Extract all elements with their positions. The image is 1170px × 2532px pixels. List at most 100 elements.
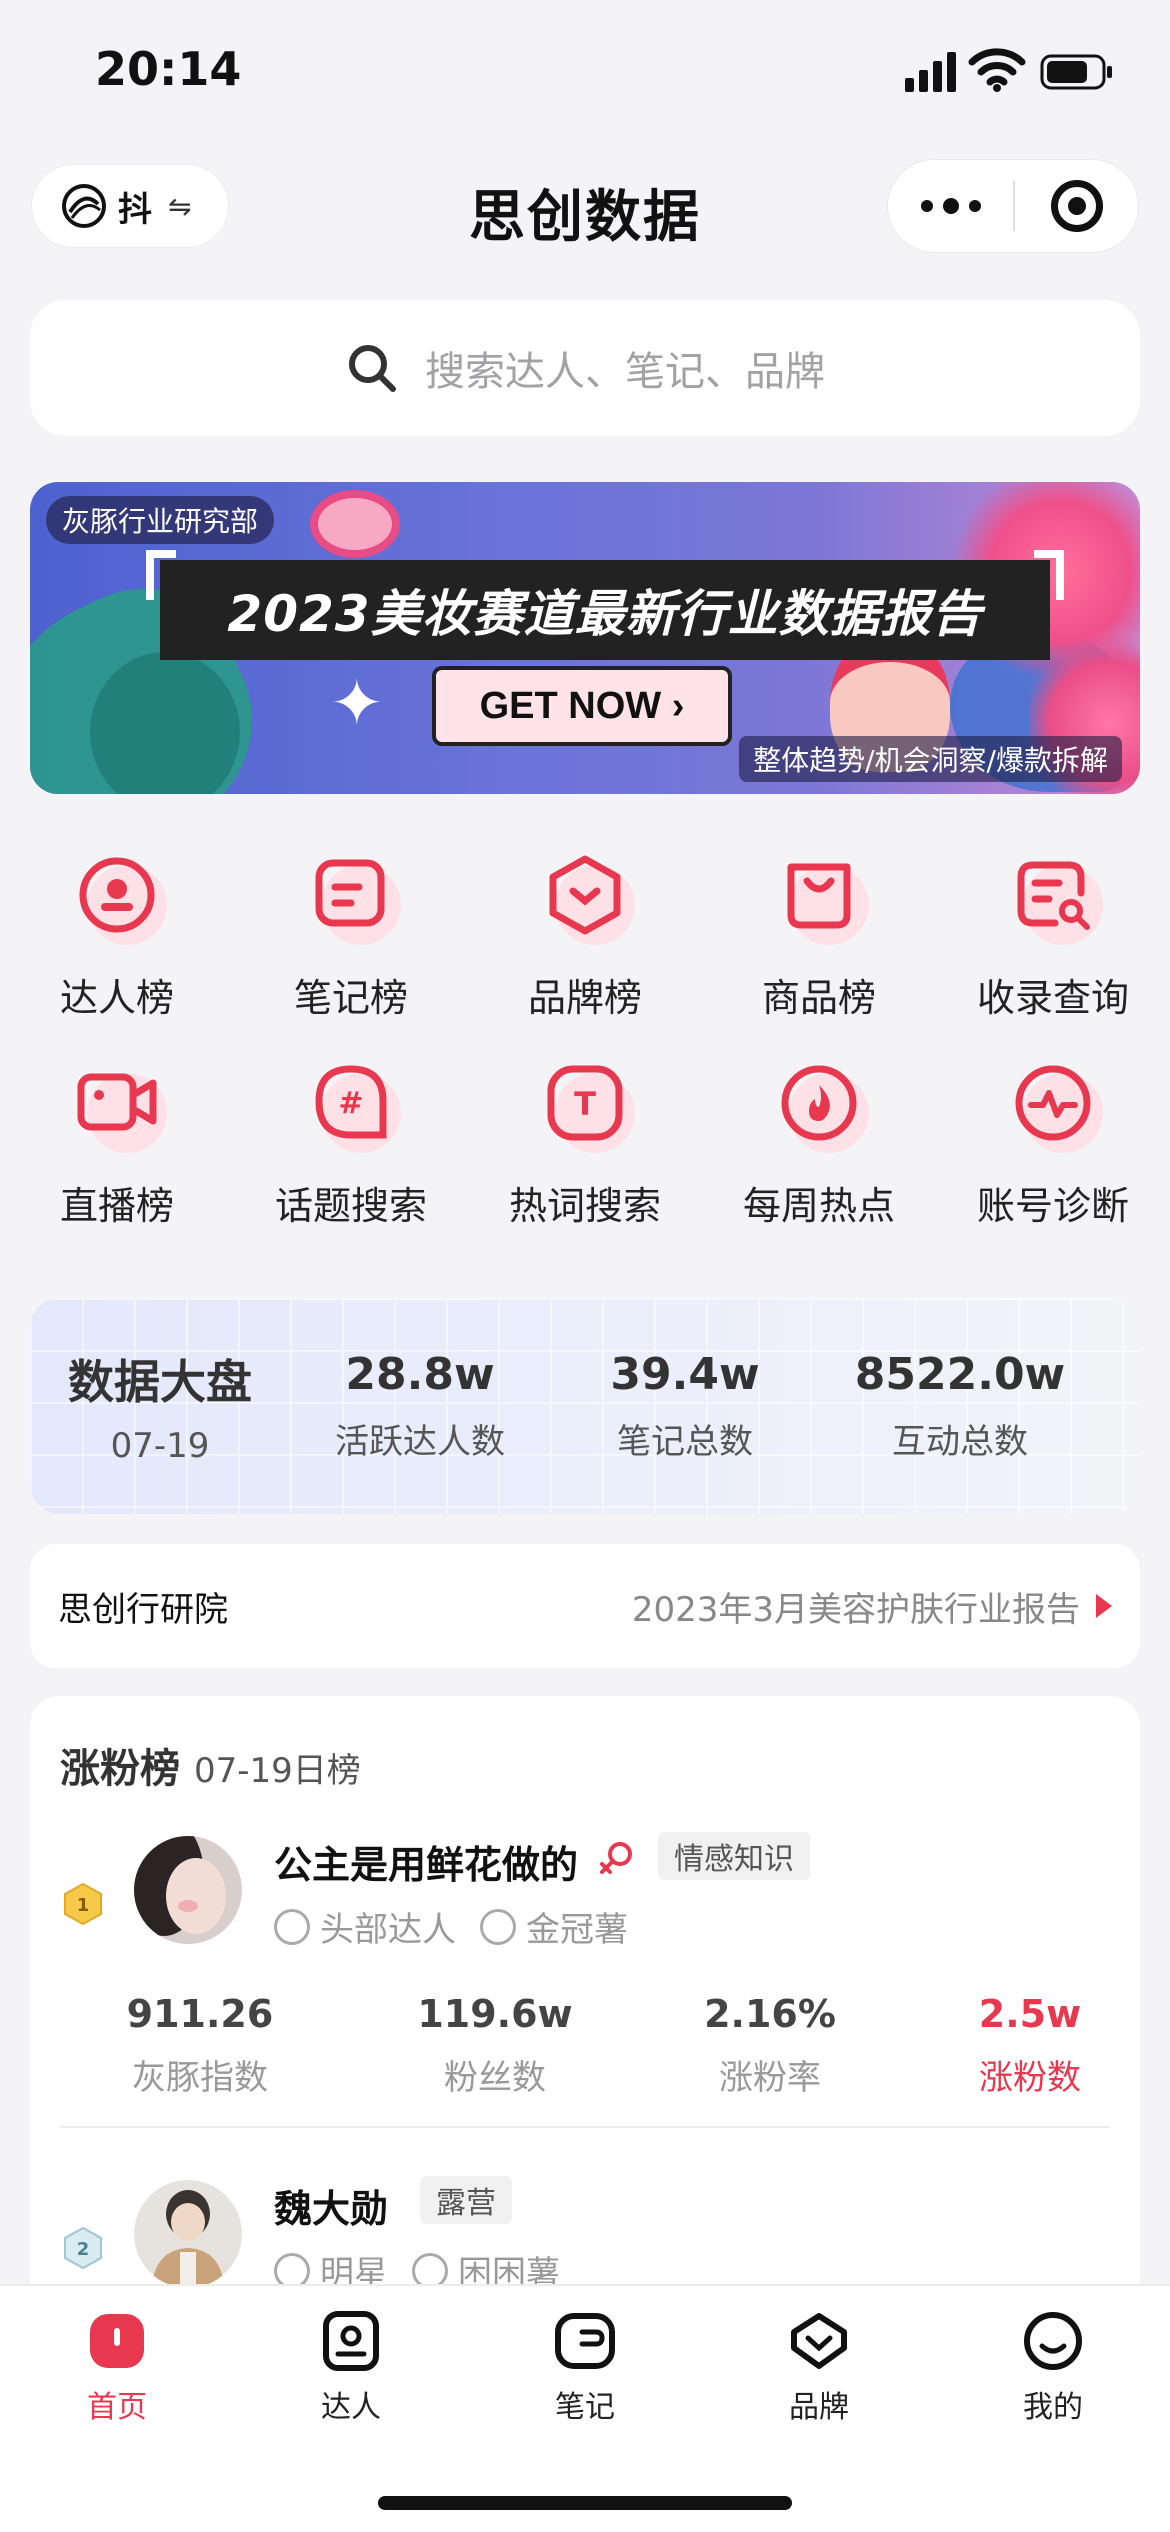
metric-label: 灰豚指数 bbox=[132, 2058, 268, 2098]
stats-title: 数据大盘 bbox=[68, 1355, 252, 1409]
tab-home[interactable]: 首页 bbox=[0, 2286, 234, 2436]
feature-hotword-search[interactable]: T 热词搜索 bbox=[468, 1053, 702, 1261]
metric-value: 119.6w bbox=[417, 1992, 573, 2036]
banner-cta-button[interactable]: GET NOW › bbox=[432, 666, 732, 746]
feature-weekly-hot[interactable]: 每周热点 bbox=[702, 1053, 936, 1261]
index-query-icon bbox=[1017, 861, 1090, 930]
silver-medal-icon: 2 bbox=[64, 2226, 102, 2270]
feature-influencer-rank[interactable]: 达人榜 bbox=[0, 845, 234, 1053]
feature-index-query[interactable]: 收录查询 bbox=[936, 845, 1170, 1053]
metric-label: 涨粉率 bbox=[719, 2058, 821, 2098]
influencer-name: 魏大勋 bbox=[274, 2187, 389, 2231]
feature-label: 直播榜 bbox=[59, 1184, 174, 1228]
battery-icon bbox=[1040, 54, 1112, 90]
tab-label: 达人 bbox=[321, 2390, 381, 2425]
note-rank-icon bbox=[315, 859, 385, 927]
weekly-hot-icon bbox=[781, 1065, 857, 1141]
svg-text:2: 2 bbox=[77, 2239, 90, 2260]
metric-growth-rate: 2.16% 涨粉率 bbox=[620, 1992, 920, 2099]
feature-label: 笔记榜 bbox=[293, 976, 408, 1020]
tab-profile[interactable]: 我的 bbox=[936, 2286, 1170, 2436]
home-indicator[interactable] bbox=[378, 2496, 792, 2510]
tab-label: 品牌 bbox=[789, 2390, 849, 2425]
feature-live-rank[interactable]: 直播榜 bbox=[0, 1053, 234, 1261]
sparkle-icon: ✦ bbox=[330, 667, 384, 741]
feature-note-rank[interactable]: 笔记榜 bbox=[234, 845, 468, 1053]
avatar[interactable] bbox=[134, 1836, 242, 1944]
research-label: 思创行研院 bbox=[58, 1589, 228, 1630]
feature-brand-rank[interactable]: 品牌榜 bbox=[468, 845, 702, 1053]
home-icon bbox=[90, 2314, 144, 2368]
research-report-link[interactable]: 2023年3月美容护肤行业报告 bbox=[632, 1582, 1112, 1631]
brand-icon bbox=[791, 2313, 847, 2369]
tab-brand[interactable]: 品牌 bbox=[702, 2286, 936, 2436]
promo-banner[interactable]: 灰豚行业研究部 2023美妆赛道最新行业数据报告 ✦ GET NOW › 整体趋… bbox=[30, 482, 1140, 794]
feature-topic-search[interactable]: # 话题搜索 bbox=[234, 1053, 468, 1261]
miniprogram-capsule bbox=[888, 160, 1138, 252]
metric-value: 2.5w bbox=[978, 1992, 1082, 2036]
feature-product-rank[interactable]: 商品榜 bbox=[702, 845, 936, 1053]
search-bar[interactable]: 搜索达人、笔记、品牌 bbox=[30, 300, 1140, 436]
category-badge: 露营 bbox=[420, 2176, 512, 2224]
svg-text:1: 1 bbox=[77, 1895, 90, 1916]
feature-grid: 达人榜 笔记榜 品牌榜 商品榜 收录查询 直播榜 # 话题搜索 T 热词搜索 每… bbox=[0, 845, 1170, 1261]
metric-value: 911.26 bbox=[126, 1992, 274, 2036]
influencer-metrics: 911.26 灰豚指数 119.6w 粉丝数 2.16% 涨粉率 2.5w 涨粉… bbox=[30, 1992, 1140, 2099]
tier-label: 头部达人 bbox=[320, 1910, 456, 1950]
tab-note[interactable]: 笔记 bbox=[468, 2286, 702, 2436]
avatar[interactable] bbox=[134, 2180, 242, 2288]
stats-item: 28.8w 活跃达人数 bbox=[290, 1349, 550, 1463]
play-arrow-icon bbox=[1096, 1594, 1112, 1618]
live-rank-icon bbox=[77, 1073, 157, 1131]
ranking-title: 涨粉榜 bbox=[60, 1746, 180, 1792]
influencer-rank-icon bbox=[79, 857, 155, 933]
topic-search-icon: # bbox=[315, 1065, 387, 1139]
note-icon bbox=[555, 2313, 615, 2369]
close-miniprogram-button[interactable] bbox=[1015, 160, 1138, 252]
product-rank-icon bbox=[787, 863, 851, 929]
bottom-tab-bar: 首页 达人 笔记 品牌 我的 bbox=[0, 2284, 1170, 2532]
tab-influencer[interactable]: 达人 bbox=[234, 2286, 468, 2436]
female-icon bbox=[600, 1842, 632, 1874]
metric-followers: 119.6w 粉丝数 bbox=[370, 1992, 620, 2099]
tab-label: 首页 bbox=[87, 2390, 147, 2425]
influencer-icon bbox=[323, 2311, 379, 2371]
avatar-image bbox=[134, 2180, 242, 2288]
ranking-header[interactable]: 涨粉榜 07-19日榜 bbox=[60, 1736, 361, 1794]
stats-title-cell: 数据大盘 07-19 bbox=[30, 1346, 290, 1466]
influencer-meta: 头部达人 金冠薯 bbox=[274, 1902, 628, 1951]
feature-label: 热词搜索 bbox=[508, 1184, 661, 1228]
brand-rank-icon bbox=[549, 855, 621, 935]
metric-label: 粉丝数 bbox=[444, 2058, 546, 2098]
cellular-signal-icon bbox=[905, 52, 956, 92]
stats-date: 07-19 bbox=[110, 1426, 210, 1466]
research-report-row[interactable]: 思创行研院 2023年3月美容护肤行业报告 bbox=[30, 1544, 1140, 1668]
gold-medal-icon: 1 bbox=[64, 1882, 102, 1926]
avatar-image bbox=[134, 1836, 242, 1944]
app-page: 20:14 抖 ⇋ 思创数据 搜索达人、笔记、品牌 灰豚行业研究部 2023美妆… bbox=[0, 0, 1170, 2532]
svg-text:T: T bbox=[574, 1085, 596, 1123]
more-options-button[interactable] bbox=[888, 160, 1013, 252]
feature-label: 品牌榜 bbox=[527, 976, 642, 1020]
category-badge: 情感知识 bbox=[658, 1832, 810, 1880]
feature-label: 达人榜 bbox=[59, 976, 174, 1020]
metric-label: 涨粉数 bbox=[979, 2058, 1081, 2098]
research-report-title: 2023年3月美容护肤行业报告 bbox=[631, 1589, 1080, 1630]
stats-value: 28.8w bbox=[345, 1349, 495, 1400]
search-placeholder: 搜索达人、笔记、品牌 bbox=[425, 349, 825, 395]
search-icon bbox=[349, 345, 396, 392]
feature-row: 达人榜 笔记榜 品牌榜 商品榜 收录查询 bbox=[0, 845, 1170, 1053]
feature-label: 话题搜索 bbox=[274, 1184, 427, 1228]
crown-icon bbox=[480, 1908, 516, 1945]
ranking-entry[interactable]: 1 公主是用鲜花做的 情感知识 头部达人 金冠薯 911.26 灰豚指数 119… bbox=[30, 1832, 1140, 2136]
banner-headline: 2023美妆赛道最新行业数据报告 bbox=[227, 585, 983, 643]
banner-headline-box: 2023美妆赛道最新行业数据报告 bbox=[146, 550, 1064, 660]
banner-subline: 整体趋势/机会洞察/爆款拆解 bbox=[739, 736, 1122, 782]
banner-decoration bbox=[310, 490, 400, 558]
more-dot-icon bbox=[942, 198, 959, 214]
data-overview-card[interactable]: 数据大盘 07-19 28.8w 活跃达人数 39.4w 笔记总数 8522.0… bbox=[30, 1298, 1140, 1514]
stats-item: 39.4w 笔记总数 bbox=[550, 1349, 820, 1463]
feature-label: 账号诊断 bbox=[976, 1184, 1129, 1228]
metric-index: 911.26 灰豚指数 bbox=[30, 1992, 370, 2099]
feature-account-diagnosis[interactable]: 账号诊断 bbox=[936, 1053, 1170, 1261]
